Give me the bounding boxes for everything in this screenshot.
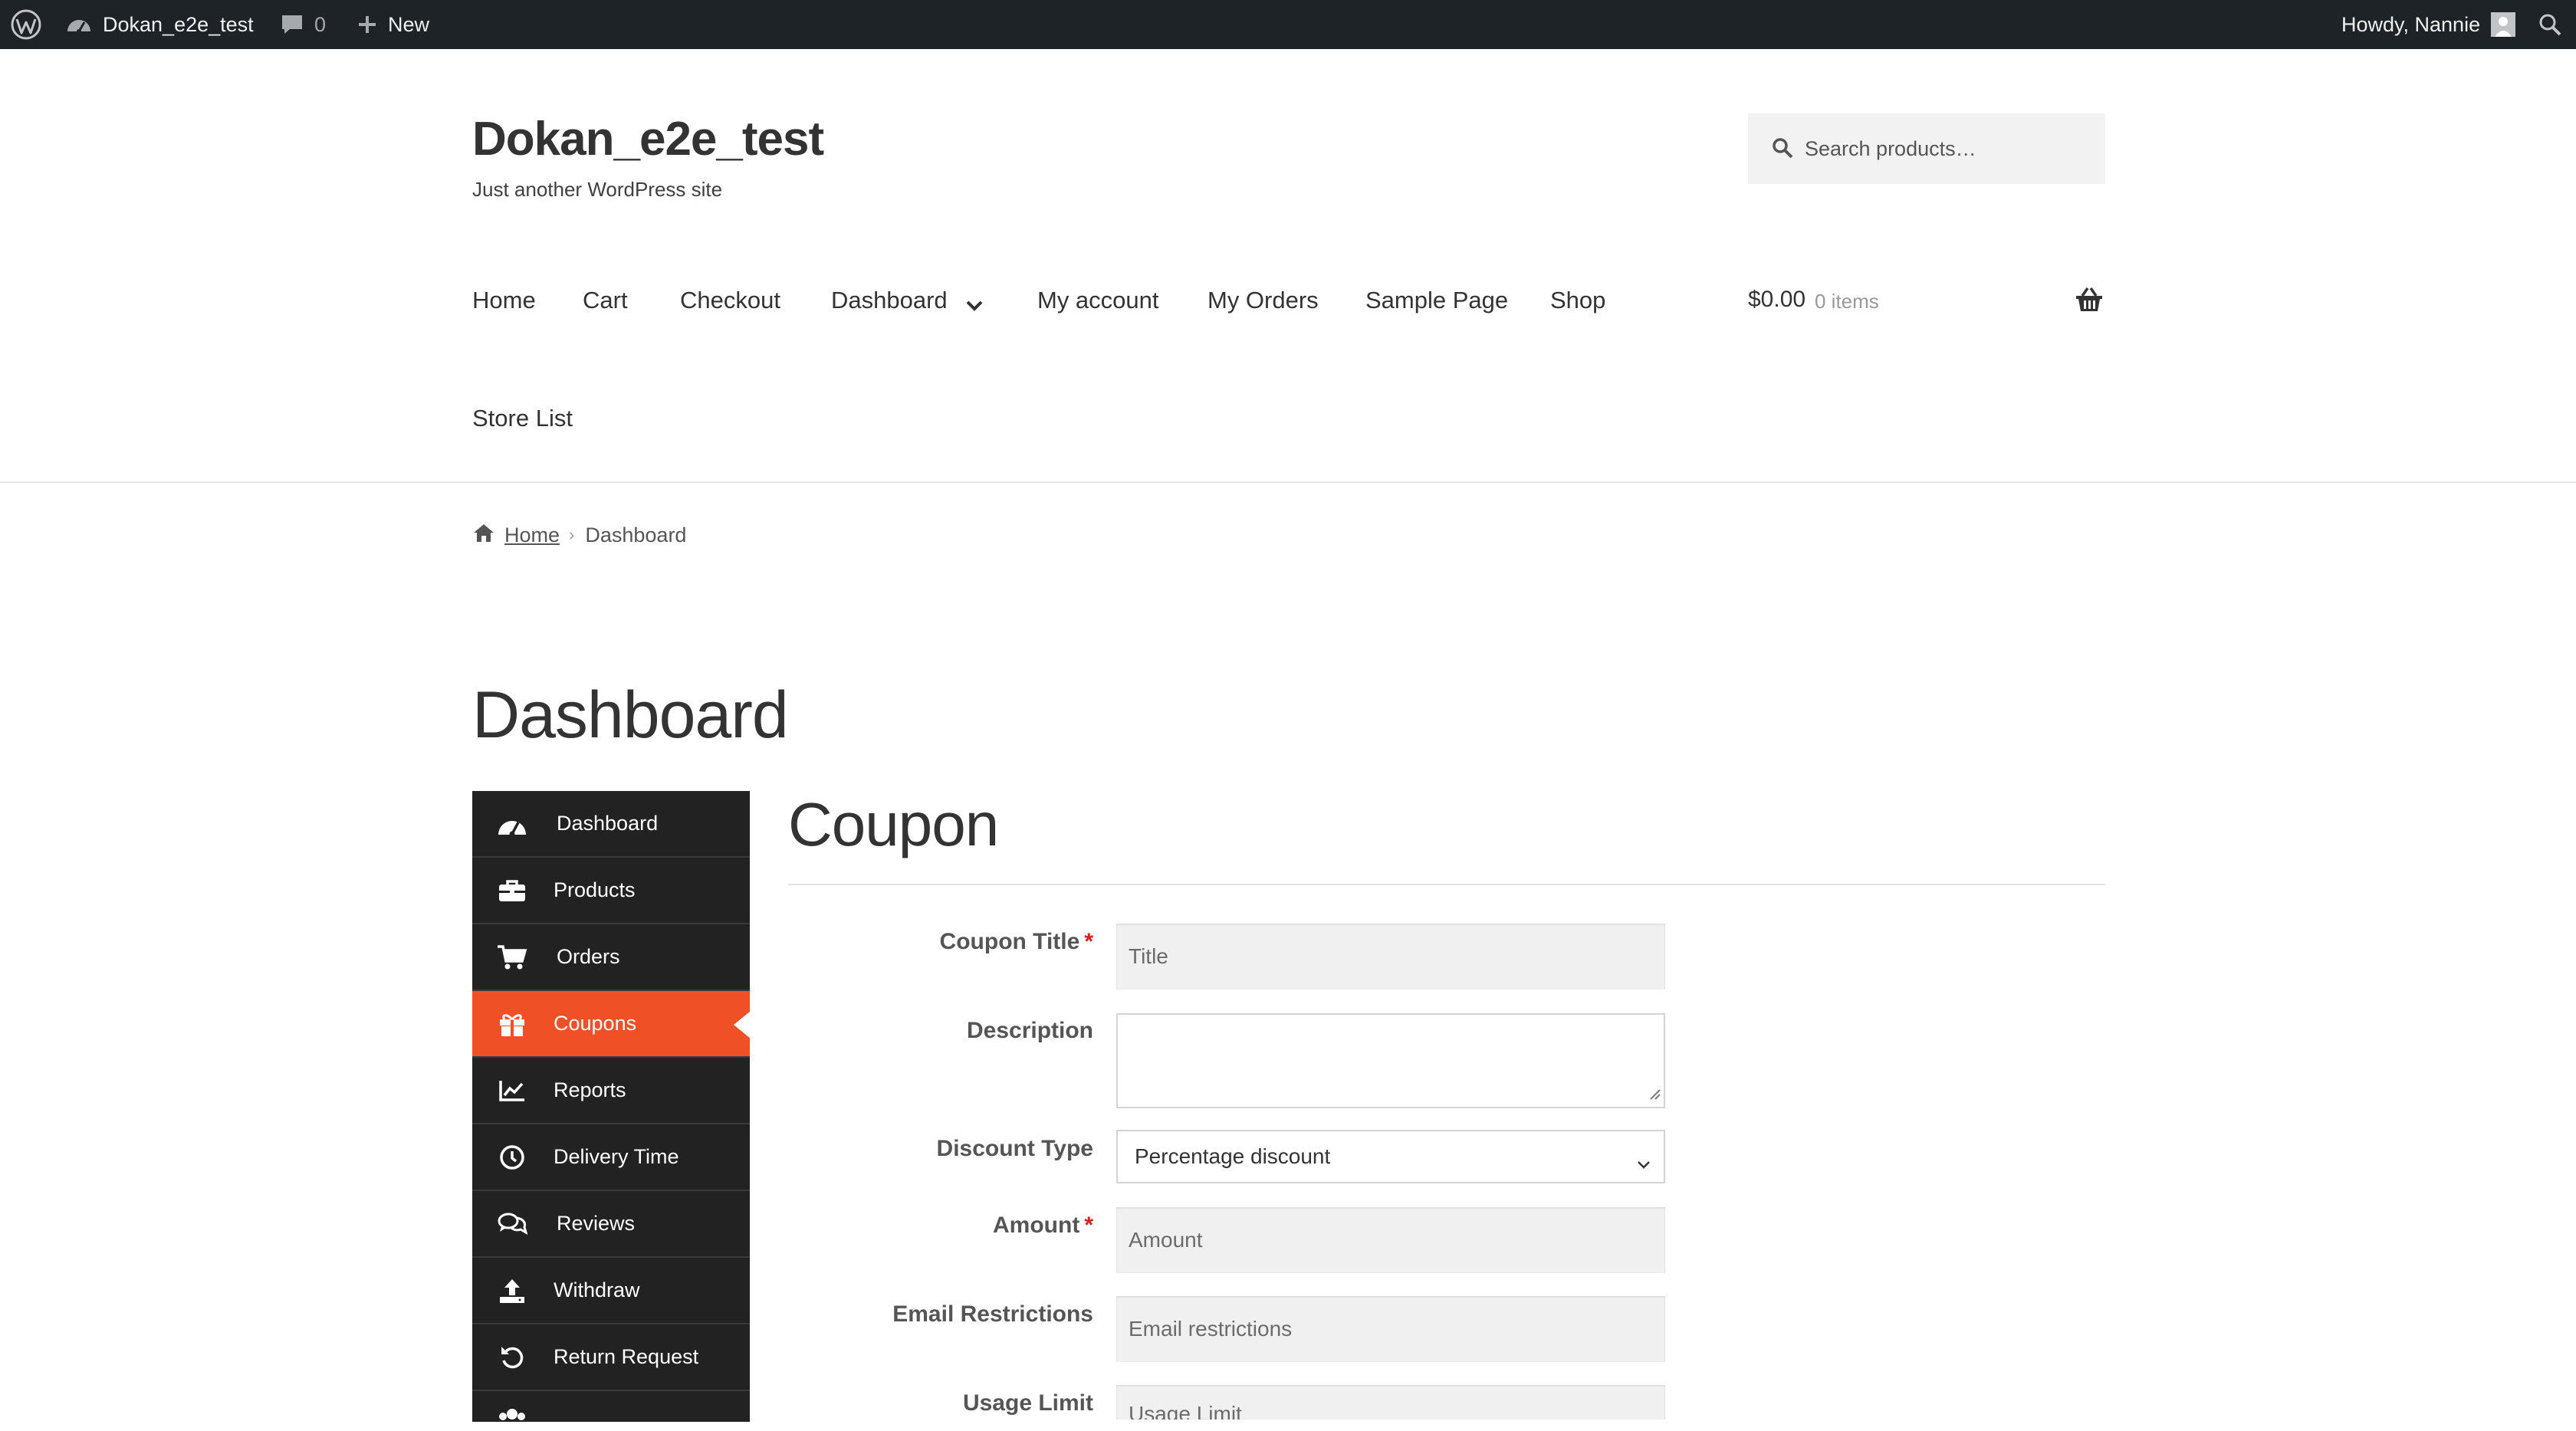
shopping-cart-icon <box>497 943 527 972</box>
email-restrictions-input[interactable] <box>1116 1296 1665 1362</box>
chevron-down-icon <box>1636 1151 1651 1176</box>
admin-bar-new[interactable]: New <box>357 0 429 49</box>
nav-item-dashboard[interactable]: Dashboard <box>831 287 948 314</box>
coupon-heading-divider <box>788 884 2105 885</box>
admin-bar-site-name: Dokan_e2e_test <box>103 12 254 36</box>
sidebar-item-dashboard[interactable]: Dashboard <box>472 791 750 858</box>
breadcrumb: Home › Dashboard <box>472 521 686 549</box>
coupon-heading: Coupon <box>788 790 999 858</box>
coupon-title-input[interactable] <box>1116 924 1665 990</box>
nav-item-store-list[interactable]: Store List <box>472 405 573 432</box>
cart-count[interactable]: 0 items <box>1815 290 1879 313</box>
amount-label: Amount * <box>993 1213 1093 1239</box>
users-icon <box>497 1402 527 1431</box>
sidebar-item-orders[interactable]: Orders <box>472 924 750 991</box>
comment-bubble-icon <box>281 14 304 35</box>
usage-limit-label: Usage Limit <box>962 1390 1093 1416</box>
search-icon <box>1771 136 1794 163</box>
required-marker: * <box>1084 929 1093 954</box>
avatar <box>2491 12 2516 37</box>
amount-label-text: Amount <box>993 1213 1080 1238</box>
admin-bar-site-link[interactable]: Dokan_e2e_test <box>66 0 254 49</box>
gift-icon <box>497 1009 527 1039</box>
cart-total[interactable]: $0.00 <box>1748 287 1806 313</box>
search-input[interactable] <box>1805 113 2088 184</box>
admin-bar: Dokan_e2e_test 0 New Howdy, Nannie <box>0 0 2576 49</box>
sidebar-item-label: Delivery Time <box>554 1145 679 1168</box>
dashboard-gauge-icon <box>497 809 527 839</box>
upload-icon <box>497 1276 527 1305</box>
dashboard-sidebar: Dashboard Products Orders Coupons Report… <box>472 791 751 1422</box>
undo-icon <box>497 1343 527 1372</box>
sidebar-item-label: Return Request <box>554 1345 699 1368</box>
admin-bar-search-icon[interactable] <box>2538 0 2562 49</box>
required-marker: * <box>1084 1213 1093 1238</box>
nav-item-shop[interactable]: Shop <box>1550 287 1605 314</box>
briefcase-icon <box>497 876 527 905</box>
basket-icon[interactable] <box>2075 287 2104 317</box>
email-restrictions-label: Email Restrictions <box>892 1301 1093 1327</box>
nav-item-home[interactable]: Home <box>472 287 536 314</box>
sidebar-item-return-request[interactable]: Return Request <box>472 1324 750 1391</box>
coupon-title-label: Coupon Title * <box>940 929 1093 955</box>
active-indicator <box>734 1011 751 1039</box>
sidebar-item-label: Coupons <box>554 1012 637 1035</box>
site-title[interactable]: Dokan_e2e_test <box>472 112 824 166</box>
resize-grip-icon[interactable] <box>1648 1088 1661 1104</box>
sidebar-item-reports[interactable]: Reports <box>472 1058 750 1124</box>
breadcrumb-separator-icon: › <box>569 525 575 544</box>
sidebar-item-label: Reports <box>554 1078 626 1101</box>
clock-icon <box>497 1143 527 1172</box>
site-description: Just another WordPress site <box>472 178 723 201</box>
sidebar-item-label: Orders <box>557 945 620 968</box>
new-label: New <box>388 12 430 36</box>
sidebar-item-label: Dashboard <box>557 812 659 835</box>
sidebar-item-partial[interactable] <box>472 1391 750 1422</box>
discount-type-select[interactable]: Percentage discount <box>1116 1130 1665 1183</box>
home-icon <box>472 523 495 548</box>
description-label: Description <box>966 1018 1093 1043</box>
page-title: Dashboard <box>472 678 789 752</box>
chevron-down-icon[interactable] <box>965 291 984 319</box>
description-textarea[interactable] <box>1116 1013 1665 1108</box>
sidebar-item-label: Reviews <box>557 1212 636 1235</box>
amount-input[interactable] <box>1116 1207 1665 1273</box>
sidebar-item-delivery-time[interactable]: Delivery Time <box>472 1124 750 1191</box>
comments-icon <box>497 1209 527 1239</box>
nav-item-checkout[interactable]: Checkout <box>680 287 780 314</box>
sidebar-item-coupons[interactable]: Coupons <box>472 991 751 1058</box>
breadcrumb-home-link[interactable]: Home <box>504 523 560 547</box>
howdy-text: Howdy, Nannie <box>2341 12 2481 36</box>
breadcrumb-current: Dashboard <box>585 523 687 546</box>
dashboard-gauge-icon <box>66 13 92 36</box>
sidebar-item-label: Withdraw <box>554 1278 640 1301</box>
coupon-title-label-text: Coupon Title <box>939 929 1080 954</box>
wordpress-logo-icon[interactable] <box>11 0 41 49</box>
nav-item-sample-page[interactable]: Sample Page <box>1365 287 1508 314</box>
line-chart-icon <box>497 1076 527 1105</box>
plus-icon <box>357 15 377 34</box>
discount-type-value: Percentage discount <box>1135 1144 1331 1168</box>
header-divider <box>0 481 2576 483</box>
nav-item-my-account[interactable]: My account <box>1037 287 1159 314</box>
comments-count: 0 <box>314 12 327 36</box>
nav-item-cart[interactable]: Cart <box>583 287 628 314</box>
admin-bar-comments[interactable]: 0 <box>281 0 326 49</box>
sidebar-item-reviews[interactable]: Reviews <box>472 1191 750 1258</box>
sidebar-item-products[interactable]: Products <box>472 858 750 924</box>
admin-bar-account[interactable]: Howdy, Nannie <box>2341 0 2516 49</box>
sidebar-item-label: Products <box>554 878 636 901</box>
nav-item-my-orders[interactable]: My Orders <box>1208 287 1319 314</box>
discount-type-label: Discount Type <box>936 1136 1093 1161</box>
usage-limit-input[interactable] <box>1116 1385 1665 1420</box>
sidebar-item-withdraw[interactable]: Withdraw <box>472 1258 750 1324</box>
product-search <box>1748 113 2105 184</box>
